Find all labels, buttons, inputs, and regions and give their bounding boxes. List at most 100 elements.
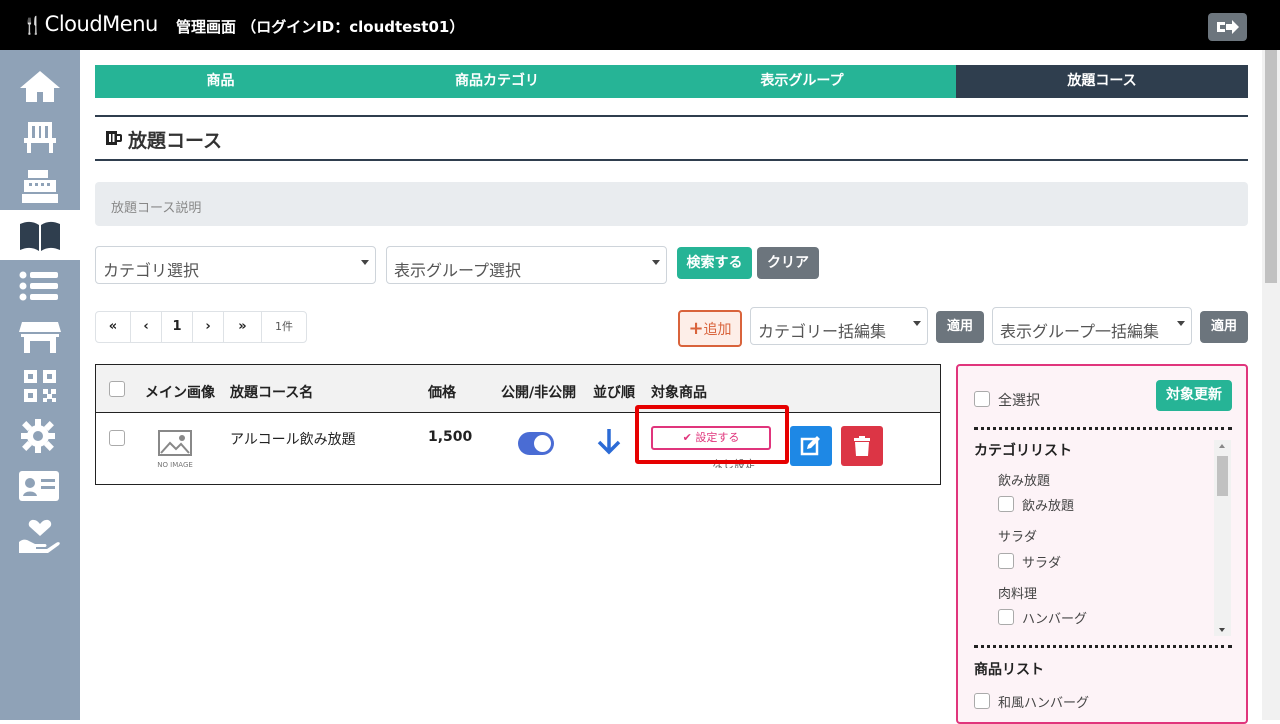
sidebar-item-store[interactable] [0,310,80,360]
select-all-products-checkbox[interactable] [974,391,990,407]
display-group-select[interactable]: 表示グループ選択 [386,246,667,284]
sidebar-item-account[interactable] [0,460,80,510]
select-all-checkbox[interactable] [109,381,125,397]
arrow-down-icon[interactable] [596,427,622,455]
category-item-label: 飲み放題 [1022,499,1075,514]
apply-group-button[interactable]: 適用 [1200,311,1248,343]
logout-icon [1217,20,1239,34]
category-list-scrollbar[interactable] [1214,440,1231,636]
list-icon [19,271,58,301]
gear-icon [21,419,55,453]
tab-display-groups[interactable]: 表示グループ [648,65,956,98]
header: 🍴CloudMenu 管理画面 （ログインID：cloudtest01） [0,0,1280,50]
delete-button[interactable] [841,426,883,466]
category-name: 肉料理 [998,587,1038,602]
scroll-up-icon[interactable] [1219,444,1225,448]
category-name: サラダ [998,530,1038,545]
group-bulk-edit-select[interactable]: 表示グループ一括編集 [992,307,1192,345]
table-header: メイン画像 放題コース名 価格 公開/非公開 並び順 対象商品 [96,365,940,413]
scroll-down-icon[interactable] [1219,628,1225,632]
trash-icon [854,436,870,456]
prev-page-button[interactable]: ‹ [131,312,162,342]
course-description-field[interactable]: 放題コース説明 [95,182,1248,226]
column-header-name: 放題コース名 [230,385,314,401]
sidebar-item-register[interactable] [0,160,80,210]
book-icon [20,221,60,251]
sidebar [0,50,80,720]
sidebar-item-seat[interactable] [0,110,80,160]
category-select-value: カテゴリ選択 [103,261,200,280]
image-icon [158,430,192,456]
main-tabs: 商品 商品カテゴリ 表示グループ 放題コース [95,65,1248,98]
column-header-order: 並び順 [593,385,635,401]
add-button-label: 追加 [703,322,732,338]
column-header-price: 価格 [428,385,456,401]
publish-toggle[interactable] [518,432,554,455]
category-item-checkbox[interactable] [998,609,1014,625]
category-list-scrollbar-thumb[interactable] [1217,456,1228,496]
course-name: アルコール飲み放題 [230,432,356,448]
clear-button[interactable]: クリア [757,247,819,279]
header-title: 管理画面 （ログインID：cloudtest01） [176,18,465,36]
page-scrollbar[interactable] [1262,50,1280,720]
add-button[interactable]: +追加 [678,310,742,347]
pagination: « ‹ 1 › » 1件 [95,311,307,343]
logout-button[interactable] [1208,13,1247,41]
mug-icon [106,131,122,145]
product-checkbox[interactable] [974,693,990,709]
edit-button[interactable] [790,426,832,466]
update-target-button[interactable]: 対象更新 [1156,380,1232,411]
next-page-button[interactable]: › [193,312,224,342]
tab-all-you-can-courses[interactable]: 放題コース [956,65,1248,98]
column-header-image: メイン画像 [145,385,215,401]
chevron-down-icon [361,260,369,265]
row-checkbox[interactable] [109,430,125,446]
edit-icon [800,436,820,456]
page-title: 放題コース [128,130,223,152]
chevron-down-icon [1177,321,1185,326]
first-page-button[interactable]: « [96,312,131,342]
qr-code-icon [24,370,56,402]
sidebar-item-settings[interactable] [0,410,80,460]
plus-icon: + [688,318,704,339]
chevron-down-icon [652,260,660,265]
category-name: 飲み放題 [998,474,1051,489]
target-product-panel: 全選択 対象更新 カテゴリリスト 飲み放題 飲み放題 サラダ サラダ 肉料理 ハ… [956,364,1248,724]
column-header-visibility: 公開/非公開 [501,385,577,401]
category-item-label: サラダ [1022,556,1062,571]
category-bulk-edit-select[interactable]: カテゴリー括編集 [750,307,928,345]
chevron-down-icon [913,321,921,326]
tab-products[interactable]: 商品 [95,65,346,98]
search-button[interactable]: 検索する [677,247,752,279]
product-label: 和風ハンバーグ [998,696,1090,711]
utensils-icon: 🍴 [22,16,43,36]
product-list-title: 商品リスト [974,662,1044,678]
sidebar-item-qr[interactable] [0,360,80,410]
divider [974,427,1232,430]
heart-hand-icon [19,519,60,553]
apply-category-button[interactable]: 適用 [936,311,984,343]
category-item-checkbox[interactable] [998,496,1014,512]
course-price: 1,500 [428,429,473,445]
sidebar-item-support[interactable] [0,510,80,560]
page-1-button[interactable]: 1 [162,312,193,342]
select-all-label: 全選択 [998,393,1040,409]
sidebar-item-home[interactable] [0,60,80,110]
logo[interactable]: 🍴CloudMenu [22,12,158,36]
result-count: 1件 [275,320,293,333]
highlight-box [635,405,789,464]
no-image-placeholder: NO IMAGE [155,429,195,469]
category-bulk-edit-value: カテゴリー括編集 [758,322,887,341]
category-select[interactable]: カテゴリ選択 [95,246,376,284]
sidebar-item-menu[interactable] [0,210,80,260]
category-item-label: ハンバーグ [1022,612,1088,627]
no-image-text: NO IMAGE [157,461,193,469]
sidebar-item-list[interactable] [0,260,80,310]
home-icon [20,71,60,102]
divider [974,645,1232,648]
category-item-checkbox[interactable] [998,553,1014,569]
page-scrollbar-thumb[interactable] [1265,50,1277,283]
store-icon [19,322,61,353]
last-page-button[interactable]: » [224,312,262,342]
tab-product-categories[interactable]: 商品カテゴリ [346,65,648,98]
